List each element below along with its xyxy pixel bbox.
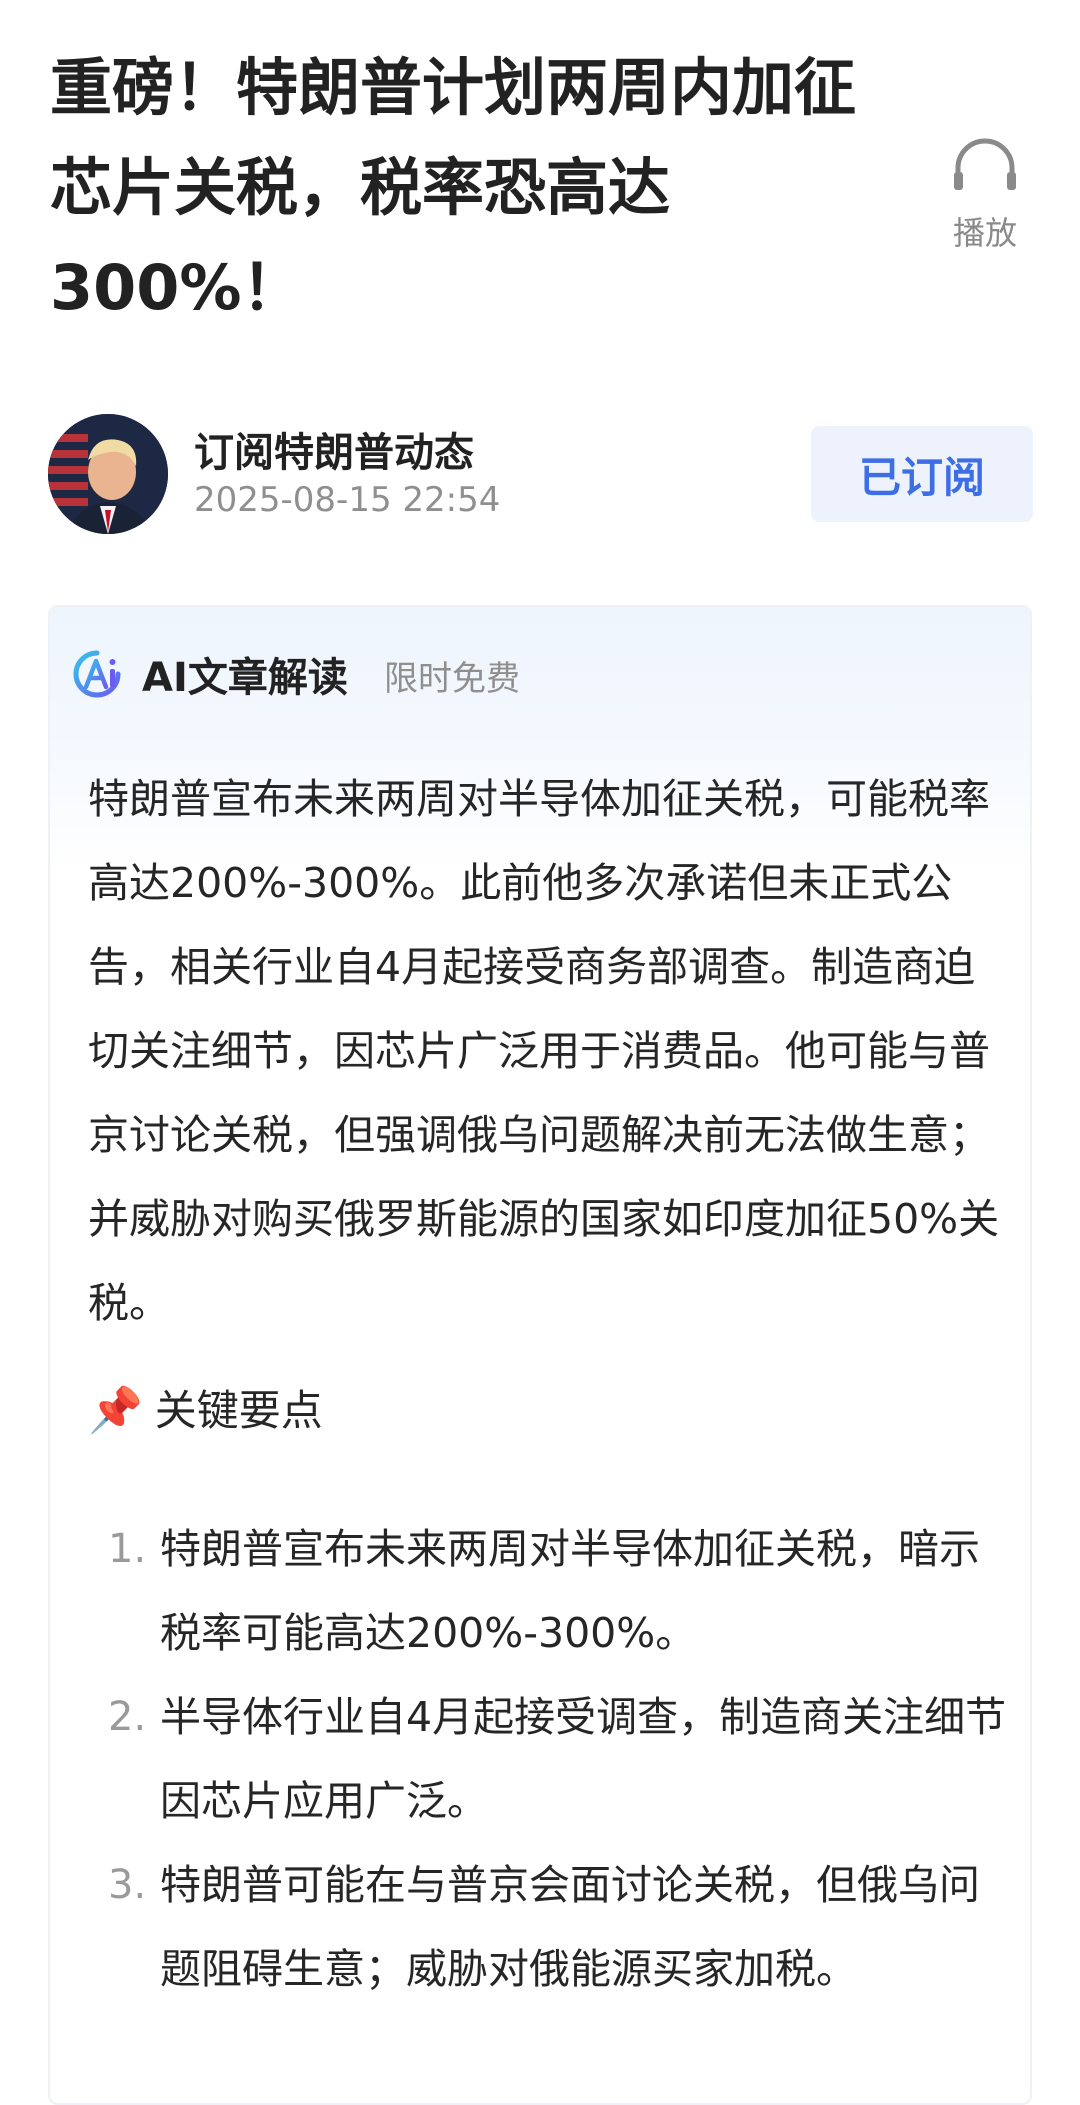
ai-summary-text: 特朗普宣布未来两周对半导体加征关税，可能税率高达200%-300%。此前他多次承… [88, 775, 1000, 1327]
ai-reading-card: AI文章解读 限时免费 特朗普宣布未来两周对半导体加征关税，可能税率高达200%… [48, 605, 1032, 2105]
list-item: 3. 特朗普可能在与普京会面讨论关税，但俄乌问题阻碍生意；威胁对俄能源买家加税。 [88, 1843, 1008, 2011]
author-row: 订阅特朗普动态 2025-08-15 22:54 已订阅 [48, 414, 1033, 534]
play-audio-button[interactable]: 播放 [940, 138, 1030, 254]
list-number: 3. [108, 1862, 147, 1908]
article-title: 重磅！特朗普计划两周内加征芯片关税，税率恐高达300%！ [50, 51, 857, 324]
avatar[interactable] [48, 414, 168, 534]
free-tag: 限时免费 [384, 659, 520, 699]
key-points-list: 1. 特朗普宣布未来两周对半导体加征关税，暗示税率可能高达200%-300%。 … [88, 1507, 1008, 2011]
ai-reading-title: AI文章解读 [142, 655, 348, 701]
headphones-icon [954, 138, 1016, 190]
ai-logo-icon [73, 650, 121, 698]
pushpin-icon: 📌 [88, 1385, 143, 1436]
list-number: 2. [108, 1694, 147, 1740]
key-points-heading: 📌 关键要点 [88, 1377, 323, 1438]
list-item-text: 半导体行业自4月起接受调查，制造商关注细节因芯片应用广泛。 [160, 1693, 1007, 1825]
list-number: 1. [108, 1526, 147, 1572]
list-item: 1. 特朗普宣布未来两周对半导体加征关税，暗示税率可能高达200%-300%。 [88, 1507, 1008, 1675]
key-points-label: 关键要点 [154, 1386, 323, 1435]
play-label: 播放 [952, 214, 1017, 252]
author-name[interactable]: 订阅特朗普动态 [194, 420, 474, 478]
publish-time: 2025-08-15 22:54 [194, 480, 501, 520]
list-item: 2. 半导体行业自4月起接受调查，制造商关注细节因芯片应用广泛。 [88, 1675, 1008, 1843]
list-item-text: 特朗普宣布未来两周对半导体加征关税，暗示税率可能高达200%-300%。 [160, 1525, 980, 1657]
list-item-text: 特朗普可能在与普京会面讨论关税，但俄乌问题阻碍生意；威胁对俄能源买家加税。 [160, 1861, 980, 1993]
subscribed-button[interactable]: 已订阅 [811, 426, 1033, 522]
ai-reading-header: AI文章解读 限时免费 [72, 645, 972, 705]
